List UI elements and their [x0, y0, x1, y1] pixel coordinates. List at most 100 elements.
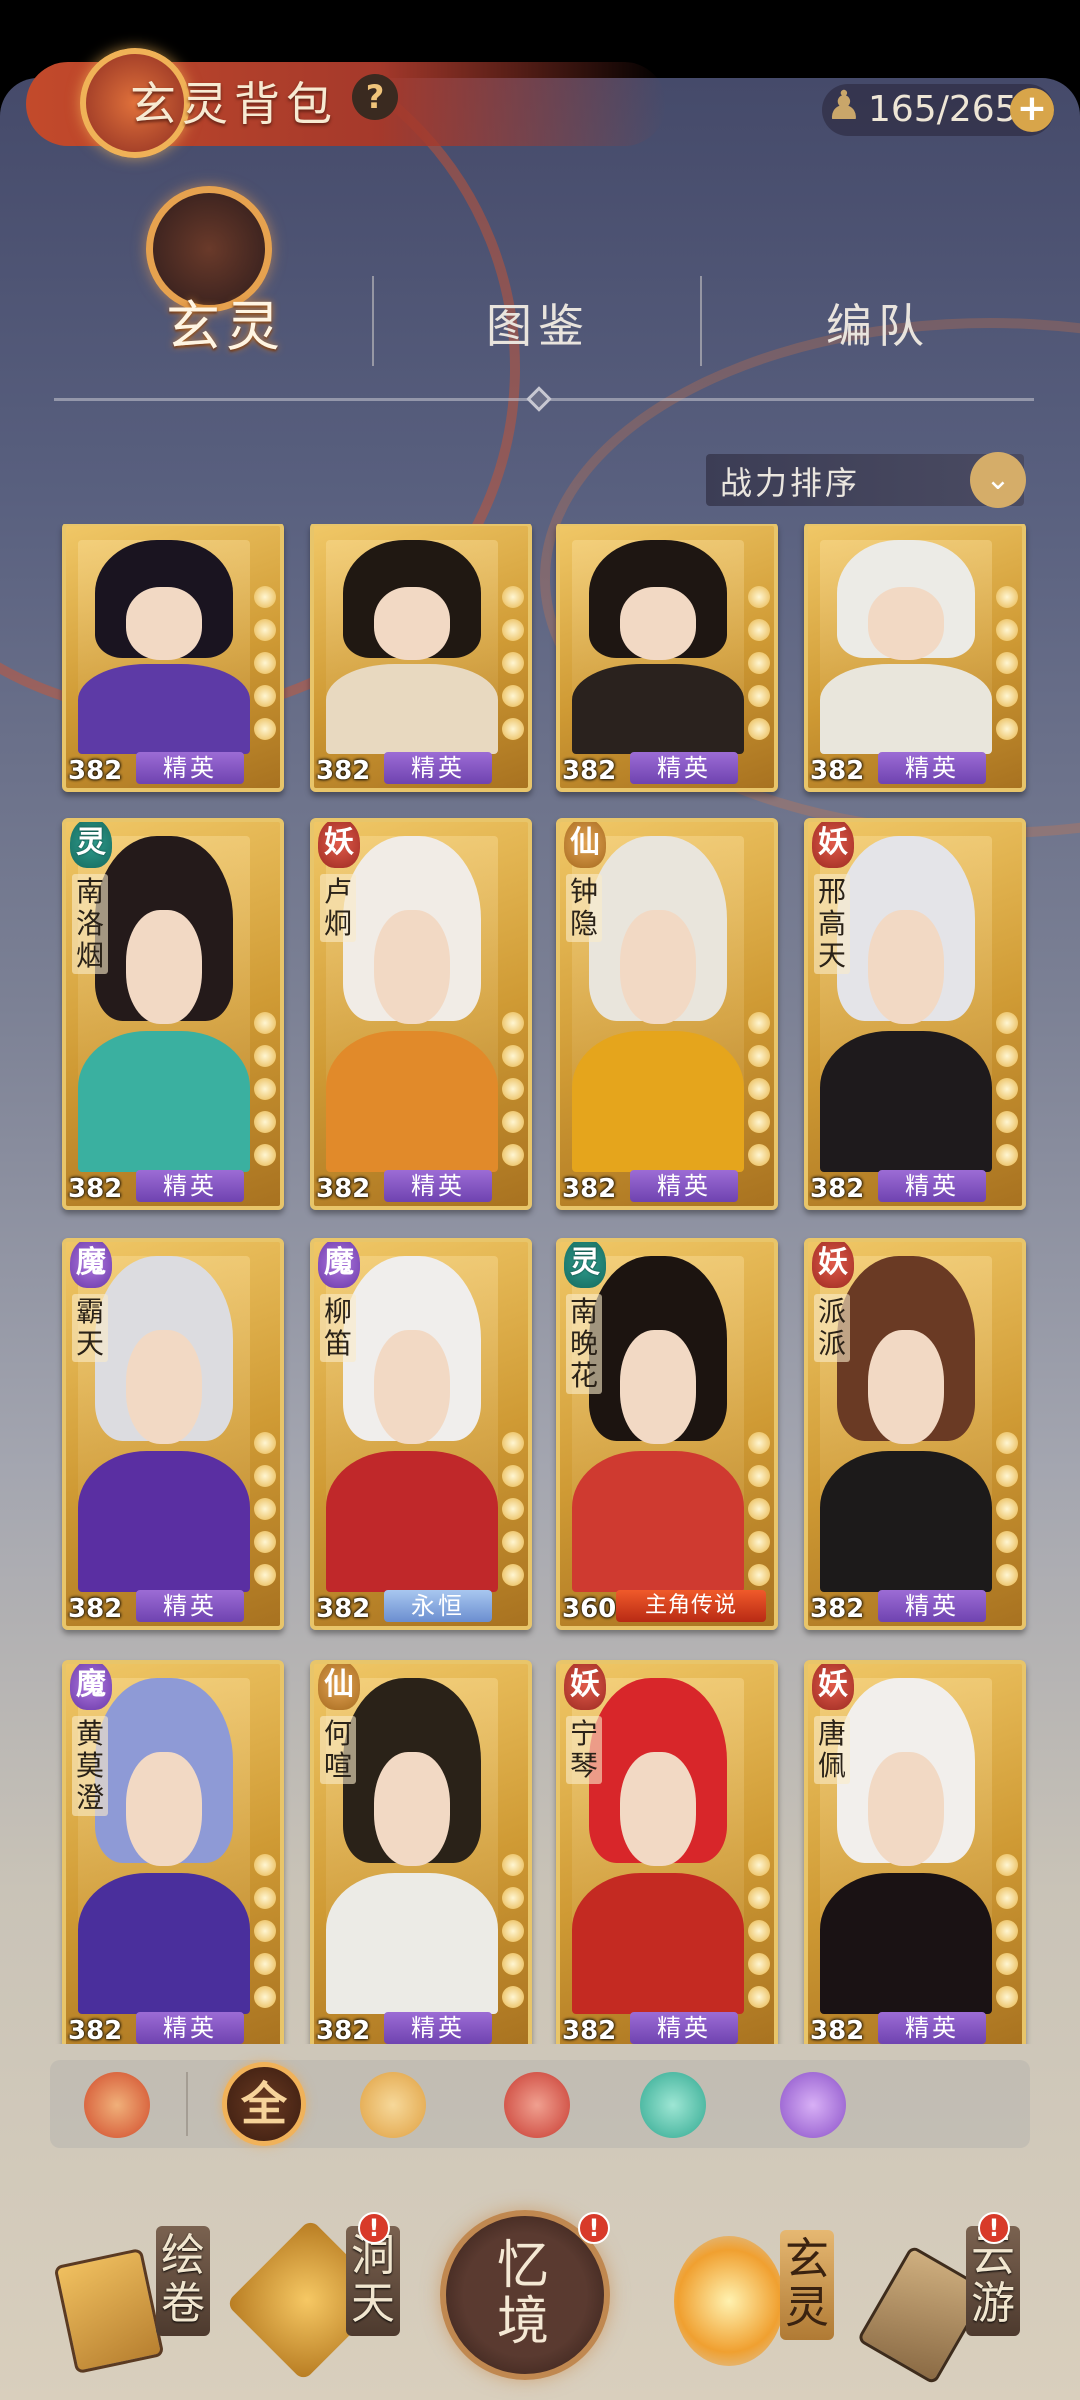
character-portrait: [820, 540, 992, 754]
portrait-robe: [572, 1030, 744, 1172]
star-icon: [502, 1078, 524, 1100]
character-level: 382: [68, 1174, 123, 1204]
star-icon: [254, 1531, 276, 1553]
character-card[interactable]: 魔霸天 382 精英: [62, 1238, 284, 1630]
star-icon: [502, 718, 524, 740]
mo-crystal-filter-icon[interactable]: [780, 2072, 846, 2138]
portrait-face: [868, 1329, 944, 1445]
character-level: 382: [810, 1594, 865, 1624]
portrait-robe: [326, 1030, 498, 1172]
help-button[interactable]: ?: [352, 74, 398, 120]
star-icon: [996, 1045, 1018, 1067]
portrait-face: [868, 587, 944, 660]
star-rating: [748, 1432, 770, 1597]
yijing-alert-badge: !: [578, 2212, 610, 2244]
star-icon: [502, 1531, 524, 1553]
tab-divider: [700, 276, 702, 366]
nav-huijuan[interactable]: 绘卷: [156, 2226, 210, 2336]
character-level: 382: [316, 1594, 371, 1624]
star-rating: [254, 586, 276, 751]
character-card[interactable]: 妖宁琴 382 精英: [556, 1660, 778, 2044]
character-card[interactable]: 魔柳笛 382 永恒: [310, 1238, 532, 1630]
star-icon: [254, 1887, 276, 1909]
star-icon: [502, 1012, 524, 1034]
tab-xuanling[interactable]: 玄灵: [166, 282, 286, 361]
faction-badge: 仙: [564, 822, 606, 868]
xuanling-glow-icon[interactable]: [674, 2236, 784, 2366]
xian-lotus-filter-icon[interactable]: [360, 2072, 426, 2138]
character-card[interactable]: 灵南洛烟 382 精英: [62, 818, 284, 1210]
star-icon: [748, 1432, 770, 1454]
filter-all-button[interactable]: 全: [222, 2062, 306, 2146]
rank-badge: 永恒: [384, 1590, 492, 1622]
character-name: 霸天: [72, 1294, 108, 1362]
tab-biandui[interactable]: 编队: [826, 290, 930, 356]
portrait-face: [374, 1329, 450, 1445]
yunyou-alert-badge: !: [978, 2212, 1010, 2244]
star-icon: [748, 1887, 770, 1909]
nav-yijing[interactable]: 忆境: [490, 2238, 556, 2350]
star-rating: [254, 1432, 276, 1597]
star-rating: [502, 1854, 524, 2019]
star-icon: [502, 685, 524, 707]
tab-divider: [372, 276, 374, 366]
character-card[interactable]: 382 精英: [804, 524, 1026, 792]
character-card[interactable]: 妖唐佩 382 精英: [804, 1660, 1026, 2044]
star-icon: [502, 1498, 524, 1520]
star-icon: [996, 1432, 1018, 1454]
portrait-face: [868, 1751, 944, 1867]
ling-flame-filter-icon[interactable]: [640, 2072, 706, 2138]
star-icon: [502, 586, 524, 608]
star-icon: [502, 652, 524, 674]
rank-badge: 精英: [136, 2012, 244, 2044]
star-icon: [502, 1854, 524, 1876]
star-icon: [748, 1531, 770, 1553]
character-card[interactable]: 灵南晚花 360 主角传说: [556, 1238, 778, 1630]
star-icon: [748, 1920, 770, 1942]
character-card[interactable]: 仙钟隐 382 精英: [556, 818, 778, 1210]
star-icon: [996, 619, 1018, 641]
chevron-down-icon[interactable]: ⌄: [970, 452, 1026, 508]
star-icon: [748, 685, 770, 707]
rank-badge: 精英: [136, 1170, 244, 1202]
faction-badge: 仙: [318, 1664, 360, 1710]
all-factions-filter-icon[interactable]: [84, 2072, 150, 2138]
capacity-count: 165/265: [868, 89, 1018, 130]
portrait-face: [620, 1329, 696, 1445]
star-icon: [996, 1920, 1018, 1942]
nav-xuanling-active[interactable]: 玄灵: [780, 2230, 834, 2340]
add-capacity-button[interactable]: +: [1010, 88, 1054, 132]
star-icon: [502, 1045, 524, 1067]
character-card[interactable]: 382 精英: [310, 524, 532, 792]
faction-badge: 妖: [564, 1664, 606, 1710]
portrait-robe: [572, 1450, 744, 1592]
character-card[interactable]: 382 精英: [556, 524, 778, 792]
character-card[interactable]: 魔黄莫澄 382 精英: [62, 1660, 284, 2044]
star-icon: [502, 1920, 524, 1942]
star-icon: [502, 1953, 524, 1975]
star-icon: [748, 1078, 770, 1100]
yao-spider-filter-icon[interactable]: [504, 2072, 570, 2138]
star-icon: [254, 1432, 276, 1454]
character-card[interactable]: 妖派派 382 精英: [804, 1238, 1026, 1630]
star-icon: [996, 1564, 1018, 1586]
star-icon: [254, 1111, 276, 1133]
character-level: 382: [316, 756, 371, 786]
portrait-robe: [820, 1872, 992, 2014]
character-card[interactable]: 妖卢炯 382 精英: [310, 818, 532, 1210]
star-icon: [996, 1887, 1018, 1909]
faction-badge: 妖: [812, 822, 854, 868]
character-card[interactable]: 仙何喧 382 精英: [310, 1660, 532, 2044]
star-icon: [254, 619, 276, 641]
star-rating: [996, 586, 1018, 751]
star-rating: [996, 1012, 1018, 1177]
star-icon: [502, 1986, 524, 2008]
star-rating: [254, 1012, 276, 1177]
character-card[interactable]: 382 精英: [62, 524, 284, 792]
tab-tujian[interactable]: 图鉴: [486, 290, 590, 356]
character-level: 382: [810, 1174, 865, 1204]
character-card[interactable]: 妖邢高天 382 精英: [804, 818, 1026, 1210]
portrait-robe: [78, 664, 250, 754]
rank-badge: 主角传说: [616, 1590, 766, 1622]
sort-label: 战力排序: [720, 464, 861, 502]
